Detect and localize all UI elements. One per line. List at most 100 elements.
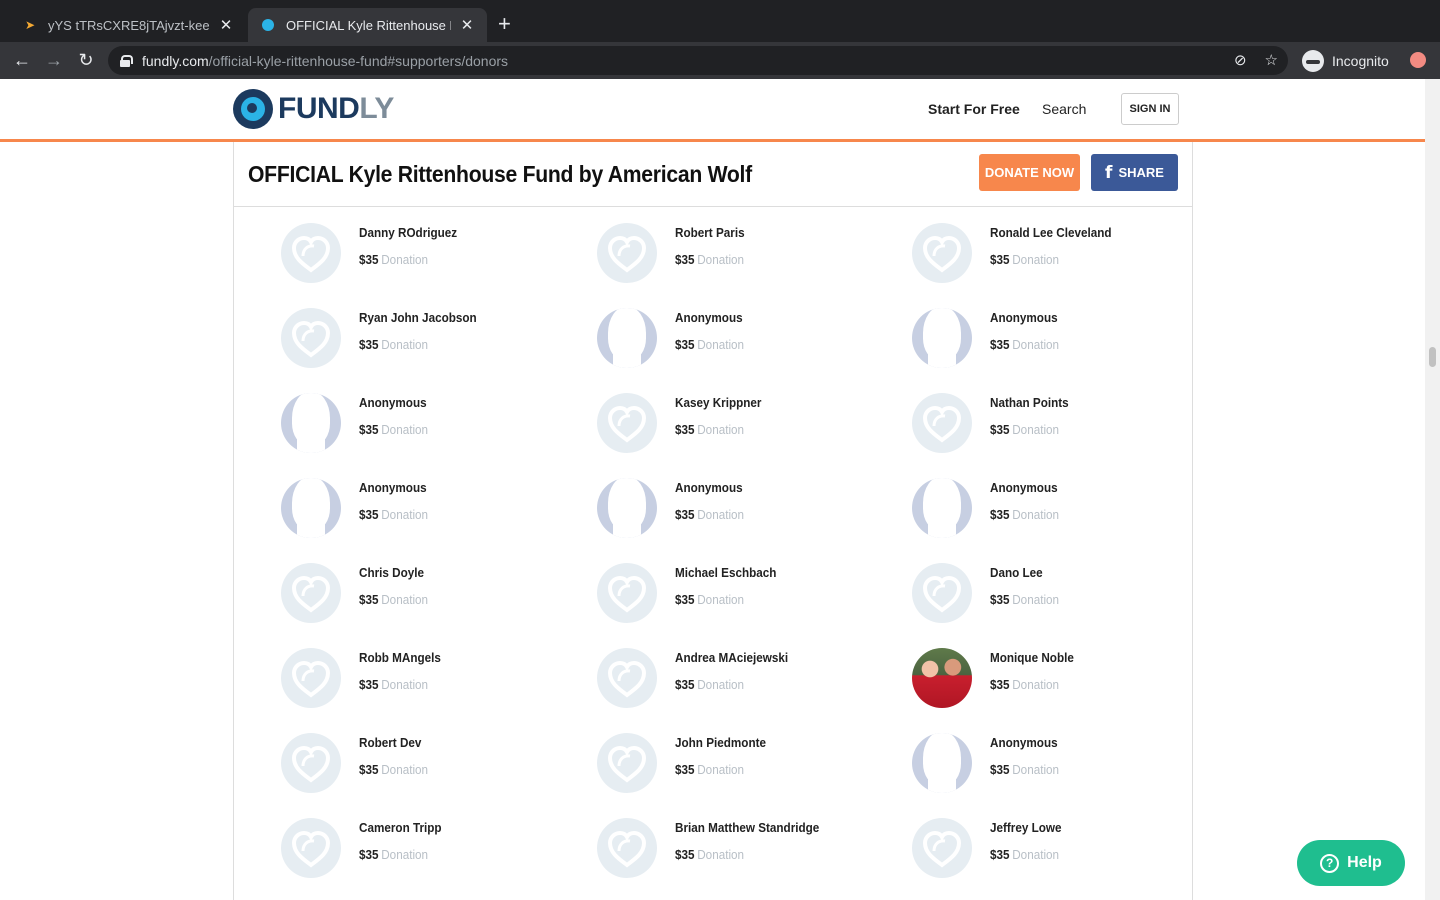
donation-amount: $35 bbox=[990, 252, 1010, 267]
reload-icon[interactable]: ↻ bbox=[76, 50, 96, 70]
donor-item: Nathan Points $35 Donation bbox=[912, 393, 1212, 463]
donor-item: Michael Eschbach $35 Donation bbox=[596, 563, 897, 633]
page-scrollbar[interactable] bbox=[1425, 79, 1440, 900]
donor-item: Brian Matthew Standridge $35 Donation bbox=[596, 818, 897, 888]
fundly-favicon-icon bbox=[260, 17, 276, 33]
donation-amount: $35 bbox=[359, 677, 379, 692]
donation-amount-line: $35 Donation bbox=[990, 762, 1059, 777]
donation-label: Donation bbox=[381, 592, 429, 607]
donation-amount: $35 bbox=[359, 337, 379, 352]
donation-amount-line: $35 Donation bbox=[359, 847, 428, 862]
start-for-free-link[interactable]: Start For Free bbox=[928, 101, 1020, 117]
help-label: Help bbox=[1347, 854, 1382, 871]
fundly-heart-avatar-icon bbox=[281, 308, 341, 368]
incognito-indicator[interactable]: Incognito bbox=[1302, 47, 1399, 74]
eye-off-icon[interactable]: ⊘ bbox=[1234, 51, 1247, 69]
donor-name: Brian Matthew Standridge bbox=[674, 820, 819, 835]
donation-label: Donation bbox=[381, 422, 429, 437]
donor-item: Kasey Krippner $35 Donation bbox=[596, 393, 897, 463]
anonymous-avatar-icon bbox=[912, 733, 972, 793]
donor-item: Anonymous $35 Donation bbox=[912, 733, 1212, 803]
tab-title: OFFICIAL Kyle Rittenhouse Fun bbox=[286, 17, 451, 33]
donation-label: Donation bbox=[696, 847, 744, 862]
donor-name: Chris Doyle bbox=[359, 565, 425, 580]
fundly-logo[interactable]: FUNDLY bbox=[233, 89, 394, 129]
address-bar[interactable]: fundly.com/official-kyle-rittenhouse-fun… bbox=[108, 46, 1288, 75]
donation-amount-line: $35 Donation bbox=[359, 592, 428, 607]
donation-label: Donation bbox=[1012, 847, 1060, 862]
donor-name: Andrea MAciejewski bbox=[674, 650, 788, 665]
donation-label: Donation bbox=[1012, 422, 1060, 437]
sign-in-button[interactable]: SIGN IN bbox=[1121, 93, 1179, 125]
fundly-heart-avatar-icon bbox=[281, 818, 341, 878]
donation-amount: $35 bbox=[990, 422, 1010, 437]
search-link[interactable]: Search bbox=[1042, 101, 1086, 117]
browser-tab[interactable]: ➤ yYS tTRsCXRE8jTAjvzt-keep | I ✕ bbox=[10, 8, 246, 42]
donor-item: Danny ROdriguez $35 Donation bbox=[281, 223, 581, 293]
donor-item: Ronald Lee Cleveland $35 Donation bbox=[912, 223, 1212, 293]
donation-amount-line: $35 Donation bbox=[990, 337, 1059, 352]
donation-label: Donation bbox=[381, 847, 429, 862]
donation-label: Donation bbox=[381, 677, 429, 692]
donation-label: Donation bbox=[696, 507, 744, 522]
donor-item: Jeffrey Lowe $35 Donation bbox=[912, 818, 1212, 888]
logo-text-main: FUND bbox=[278, 92, 360, 125]
browser-tab-active[interactable]: OFFICIAL Kyle Rittenhouse Fun ✕ bbox=[248, 8, 487, 42]
back-arrow-icon[interactable]: ← bbox=[12, 50, 32, 70]
facebook-share-button[interactable]: f SHARE bbox=[1091, 154, 1178, 191]
forward-arrow-icon[interactable]: → bbox=[44, 50, 64, 70]
rocket-icon: ➤ bbox=[24, 18, 36, 32]
fundly-heart-avatar-icon bbox=[596, 393, 657, 453]
donation-label: Donation bbox=[696, 252, 744, 267]
donor-item: Robert Paris $35 Donation bbox=[596, 223, 897, 293]
facebook-icon: f bbox=[1105, 162, 1113, 183]
fundly-heart-avatar-icon bbox=[912, 393, 972, 453]
donation-amount-line: $35 Donation bbox=[359, 252, 428, 267]
donate-now-button[interactable]: DONATE NOW bbox=[979, 154, 1080, 191]
anonymous-avatar-icon bbox=[281, 393, 341, 453]
donation-amount: $35 bbox=[359, 252, 379, 267]
scrollbar-thumb[interactable] bbox=[1429, 347, 1436, 367]
donor-item: Anonymous $35 Donation bbox=[912, 478, 1212, 548]
share-label: SHARE bbox=[1118, 165, 1164, 180]
new-tab-button[interactable]: + bbox=[498, 12, 511, 36]
fundly-heart-avatar-icon bbox=[281, 563, 341, 623]
donation-amount-line: $35 Donation bbox=[675, 677, 744, 692]
url-host: fundly.com bbox=[142, 52, 209, 69]
lock-icon bbox=[120, 54, 133, 67]
donation-amount-line: $35 Donation bbox=[359, 422, 428, 437]
fundly-heart-avatar-icon bbox=[596, 648, 657, 708]
donation-label: Donation bbox=[696, 422, 744, 437]
anonymous-avatar-icon bbox=[281, 478, 341, 538]
fundly-heart-avatar-icon bbox=[596, 818, 657, 878]
donor-name: Monique Noble bbox=[990, 650, 1074, 665]
donor-item: Anonymous $35 Donation bbox=[912, 308, 1212, 378]
donation-label: Donation bbox=[1012, 677, 1060, 692]
extension-icon[interactable] bbox=[1410, 52, 1426, 68]
question-icon: ? bbox=[1320, 853, 1340, 873]
donation-amount-line: $35 Donation bbox=[990, 847, 1059, 862]
fundly-heart-avatar-icon bbox=[912, 563, 972, 623]
campaign-title: OFFICIAL Kyle Rittenhouse Fund by Americ… bbox=[248, 161, 752, 187]
donation-label: Donation bbox=[381, 507, 429, 522]
donation-amount: $35 bbox=[990, 847, 1010, 862]
donation-amount-line: $35 Donation bbox=[359, 507, 428, 522]
donation-amount-line: $35 Donation bbox=[675, 337, 744, 352]
donation-label: Donation bbox=[1012, 337, 1060, 352]
donor-name: Dano Lee bbox=[990, 565, 1043, 580]
incognito-icon bbox=[1302, 49, 1324, 72]
help-button[interactable]: ? Help bbox=[1297, 840, 1405, 886]
donation-label: Donation bbox=[1012, 507, 1060, 522]
donation-label: Donation bbox=[1012, 762, 1060, 777]
close-tab-icon[interactable]: ✕ bbox=[459, 16, 475, 34]
close-tab-icon[interactable]: ✕ bbox=[218, 16, 234, 34]
fundly-heart-avatar-icon bbox=[281, 733, 341, 793]
donation-amount: $35 bbox=[674, 762, 695, 777]
anonymous-avatar-icon bbox=[596, 308, 657, 368]
donation-amount-line: $35 Donation bbox=[990, 422, 1059, 437]
donor-name: Jeffrey Lowe bbox=[990, 820, 1062, 835]
donation-amount: $35 bbox=[359, 507, 379, 522]
anonymous-avatar-icon bbox=[596, 478, 657, 538]
donation-amount: $35 bbox=[990, 592, 1010, 607]
bookmark-star-icon[interactable]: ☆ bbox=[1265, 51, 1278, 69]
